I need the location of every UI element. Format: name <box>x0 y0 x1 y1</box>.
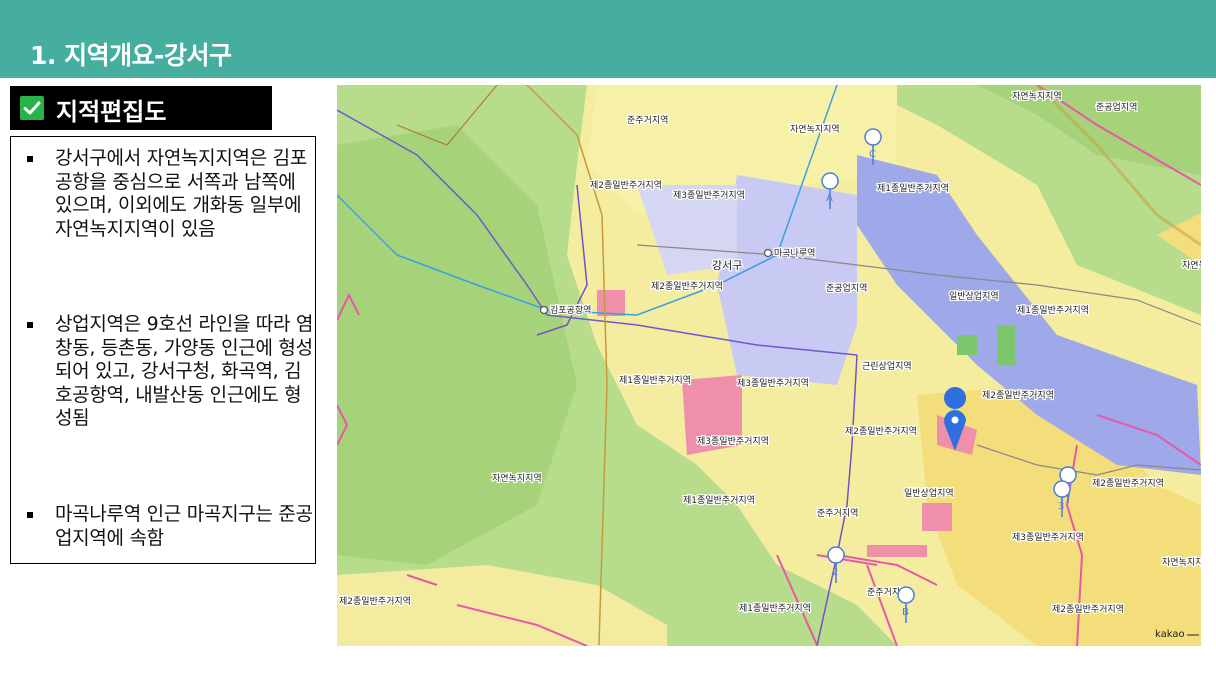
zone-label: 제2종일반주거지역 <box>1092 478 1164 489</box>
zone-label: 준공업지역 <box>826 283 867 294</box>
zone-label: 제3종일반주거지역 <box>1012 532 1084 543</box>
bullet-icon <box>27 322 33 328</box>
zone-label: 제2종일반주거지역 <box>982 390 1054 401</box>
zone-label: 제3종일반주거지역 <box>697 436 769 447</box>
zone-label: 근린상업지역 <box>862 361 912 372</box>
zone-label: 자연녹지지역 <box>492 473 542 484</box>
bullet-text: 상업지역은 9호선 라인을 따라 염창동, 등촌동, 가양동 인근에 형성되어 … <box>55 313 314 429</box>
zone-label: 제1종일반주거지역 <box>739 603 811 614</box>
header-bar: 1. 지역개요-강서구 <box>0 0 1216 78</box>
district-label: 강서구 <box>712 259 742 272</box>
page-title: 1. 지역개요-강서구 <box>30 41 232 70</box>
kakao-logo: kakao <box>1155 629 1185 640</box>
zone-label: 제2종일반주거지역 <box>339 596 411 607</box>
svg-text:C: C <box>869 149 876 160</box>
map-canvas[interactable]: 자연녹지지역 자연녹지지역 자연녹지지역 자연녹지지역 자연녹지지역 준주거지역… <box>337 85 1201 646</box>
zone-label: 제2종일반주거지역 <box>845 426 917 437</box>
zone-label: 일반상업지역 <box>904 488 954 499</box>
zone-label: 제3종일반주거지역 <box>673 190 745 201</box>
bullet-icon <box>27 156 33 162</box>
zoning-map[interactable]: 자연녹지지역 자연녹지지역 자연녹지지역 자연녹지지역 자연녹지지역 준주거지역… <box>337 85 1201 646</box>
zone-label: 제3종일반주거지역 <box>737 378 809 389</box>
svg-text:3: 3 <box>1058 501 1064 512</box>
park-area <box>957 335 977 355</box>
zone-label: 자연녹지지역 <box>790 124 840 135</box>
zone-label: 준주거지역 <box>817 508 858 519</box>
zone-label: 제1종일반주거지역 <box>877 183 949 194</box>
zone-label: 자연녹지지역 <box>1012 91 1062 102</box>
zone-label: 제2종일반주거지역 <box>651 281 723 292</box>
zone-label: 제1종일반주거지역 <box>619 375 691 386</box>
station-label: 김포공항역 <box>550 304 591 316</box>
svg-text:A: A <box>826 193 833 204</box>
commercial-zone-area <box>597 290 625 316</box>
svg-text:B: B <box>902 607 909 618</box>
section-title-box: 지적편집도 <box>10 86 272 130</box>
bullet-list: 강서구에서 자연녹지지역은 김포공항을 중심으로 서쪽과 남쪽에 있으며, 이외… <box>10 136 316 564</box>
bullet-text: 마곡나루역 인근 마곡지구는 준공업지역에 속함 <box>55 503 313 549</box>
bullet-text: 강서구에서 자연녹지지역은 김포공항을 중심으로 서쪽과 남쪽에 있으며, 이외… <box>55 147 308 240</box>
park-area <box>997 325 1015 365</box>
svg-text:2: 2 <box>832 567 838 578</box>
zone-label: 자연녹지지역 <box>1182 260 1201 271</box>
zone-label: 자연녹지지역 <box>1162 557 1201 568</box>
zone-label: 일반상업지역 <box>949 291 999 302</box>
station-label: 마곡나루역 <box>774 248 815 259</box>
zone-label: 제1종일반주거지역 <box>1017 305 1089 316</box>
zone-label: 준공업지역 <box>1096 102 1137 113</box>
commercial-zone-area <box>922 503 952 531</box>
zone-label: 준주거지역 <box>627 115 668 126</box>
section-title: 지적편집도 <box>56 98 167 126</box>
bullet-icon <box>27 512 33 518</box>
checkmark-icon <box>20 96 44 120</box>
commercial-zone-area <box>867 545 927 557</box>
zone-label: 제2종일반주거지역 <box>1052 604 1124 615</box>
zone-label: 제2종일반주거지역 <box>590 180 662 191</box>
zone-label: 제1종일반주거지역 <box>683 495 755 506</box>
